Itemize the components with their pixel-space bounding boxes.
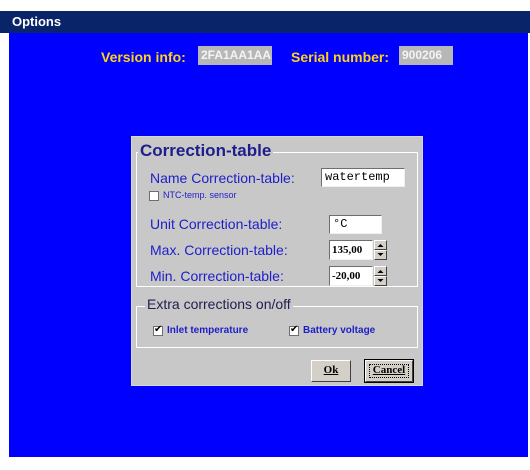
ntc-temp-sensor-checkbox[interactable] xyxy=(149,191,159,201)
checkmark-icon: ✔ xyxy=(154,324,163,335)
spin-up-button[interactable] xyxy=(374,240,387,250)
arrow-down-icon xyxy=(377,253,384,256)
min-correction-table-input[interactable]: -20,00 xyxy=(329,266,373,286)
max-correction-table-spinner[interactable] xyxy=(374,240,387,260)
options-window: Options Version info: 2FA1AA1AA Serial n… xyxy=(0,0,530,470)
window-title: Options xyxy=(12,14,62,29)
cancel-button[interactable]: Cancel xyxy=(364,359,414,383)
unit-correction-table-label: Unit Correction-table: xyxy=(150,216,283,232)
name-correction-table-label: Name Correction-table: xyxy=(150,170,295,186)
version-info-label: Version info: xyxy=(101,49,186,65)
unit-correction-table-input[interactable]: °C xyxy=(329,215,382,234)
focus-rectangle xyxy=(369,364,409,378)
correction-table-title: Correction-table xyxy=(138,141,274,161)
spin-down-button[interactable] xyxy=(374,250,387,260)
name-correction-table-input[interactable]: watertemp xyxy=(321,168,405,187)
client-area: Version info: 2FA1AA1AA Serial number: 9… xyxy=(9,33,528,457)
inlet-temperature-label: Inlet temperature xyxy=(167,325,249,336)
min-correction-table-label: Min. Correction-table: xyxy=(150,268,284,284)
serial-number-label: Serial number: xyxy=(291,49,390,65)
title-bar[interactable]: Options xyxy=(0,11,530,33)
ok-button[interactable]: Ok xyxy=(311,360,351,382)
min-correction-table-spinner[interactable] xyxy=(374,266,387,286)
arrow-down-icon xyxy=(377,279,384,282)
spin-down-button[interactable] xyxy=(374,276,387,286)
serial-number-value: 900206 xyxy=(399,46,453,65)
extra-corrections-title: Extra corrections on/off xyxy=(145,296,293,312)
checkmark-icon: ✔ xyxy=(290,324,299,335)
arrow-up-icon xyxy=(377,270,384,273)
ntc-temp-sensor-label: NTC-temp. sensor xyxy=(163,190,237,200)
spin-up-button[interactable] xyxy=(374,266,387,276)
version-info-value: 2FA1AA1AA xyxy=(198,46,272,65)
inlet-temperature-checkbox[interactable]: ✔ xyxy=(153,324,163,336)
max-correction-table-label: Max. Correction-table: xyxy=(150,242,288,258)
battery-voltage-label: Battery voltage xyxy=(303,325,376,336)
battery-voltage-checkbox[interactable]: ✔ xyxy=(289,324,299,336)
correction-panel: Correction-table Name Correction-table: … xyxy=(131,136,423,386)
max-correction-table-input[interactable]: 135,00 xyxy=(329,240,373,260)
arrow-up-icon xyxy=(377,244,384,247)
